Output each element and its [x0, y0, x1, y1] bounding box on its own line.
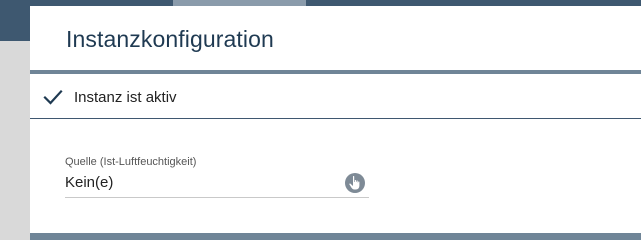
source-field-label: Quelle (Ist-Luftfeuchtigkeit): [65, 156, 197, 168]
instance-active-label: Instanz ist aktiv: [74, 89, 177, 106]
sidebar-header-strip: [0, 6, 30, 41]
instance-active-toggle[interactable]: Instanz ist aktiv: [30, 74, 641, 118]
section-divider: [30, 118, 641, 119]
source-humidity-field[interactable]: Quelle (Ist-Luftfeuchtigkeit) Kein(e): [65, 156, 369, 198]
instance-config-panel: Instanzkonfiguration Instanz ist aktiv Q…: [30, 6, 641, 240]
footer-divider: [30, 233, 641, 240]
panel-title: Instanzkonfiguration: [66, 26, 274, 52]
source-field-underline: [65, 197, 369, 198]
source-field-value[interactable]: Kein(e): [65, 174, 113, 191]
app-window: Instanzkonfiguration Instanz ist aktiv Q…: [0, 0, 641, 240]
hand-pointer-icon[interactable]: [345, 173, 365, 193]
check-icon: [43, 87, 63, 107]
panel-header: Instanzkonfiguration: [30, 6, 641, 70]
left-sidebar: [0, 6, 30, 240]
